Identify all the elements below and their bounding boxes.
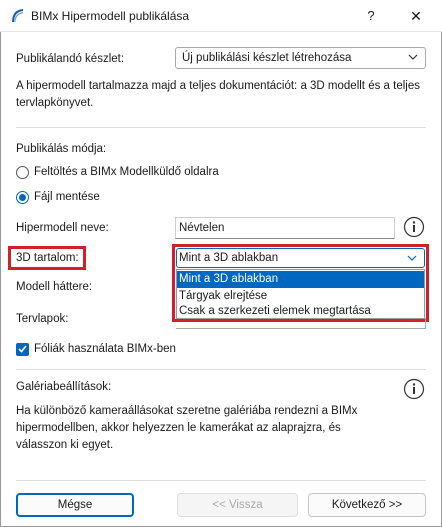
window-title: BIMx Hipermodell publikálása: [31, 9, 190, 23]
chevron-down-icon: [408, 54, 418, 60]
publish-set-select[interactable]: Új publikálási készlet létrehozása: [175, 47, 426, 69]
checkmark-icon: [18, 345, 27, 353]
dropdown-option-hide-objects[interactable]: Tárgyak elrejtése: [177, 288, 424, 305]
radio-upload[interactable]: [16, 166, 29, 179]
publish-set-description: A hipermodell tartalmazza majd a teljes …: [16, 80, 420, 109]
hypermodel-name-label: Hipermodell neve:: [16, 222, 109, 234]
3d-content-label: 3D tartalom:: [16, 252, 79, 264]
model-background-label: Modell háttere:: [16, 281, 93, 293]
sheets-label: Tervlapok:: [16, 313, 69, 325]
back-button[interactable]: << Vissza: [177, 493, 298, 517]
sheets-select-edge: [176, 328, 426, 329]
radio-save-file[interactable]: [16, 191, 29, 204]
next-button[interactable]: Következő >>: [308, 493, 426, 517]
title-bar: BIMx Hipermodell publikálása ? ✕: [0, 0, 442, 32]
cancel-button[interactable]: Mégse: [16, 493, 134, 517]
gallery-settings-label: Galériabeállítások:: [16, 381, 112, 393]
chevron-down-icon: [407, 255, 417, 261]
divider: [16, 127, 426, 128]
archicad-arc-icon: [12, 9, 24, 23]
sheets-select-edge: [425, 318, 426, 328]
radio-upload-label[interactable]: Feltöltés a BIMx Modellküldő oldalra: [34, 166, 219, 178]
info-icon[interactable]: [403, 378, 425, 400]
publish-set-value: Új publikálási készlet létrehozása: [182, 52, 352, 64]
dropdown-option-structural-only[interactable]: Csak a szerkezeti elemek megtartása: [177, 304, 424, 319]
hypermodel-name-input[interactable]: Névtelen: [175, 217, 395, 239]
gallery-description: Ha különböző kameraállásokat szeretne ga…: [16, 405, 358, 451]
layers-checkbox[interactable]: [16, 343, 29, 356]
publish-set-label: Publikálandó készlet:: [16, 53, 125, 65]
publish-mode-label: Publikálás módja:: [16, 143, 107, 155]
close-button[interactable]: ✕: [396, 2, 436, 30]
help-button[interactable]: ?: [356, 2, 386, 30]
3d-content-select[interactable]: Mint a 3D ablakban: [176, 248, 425, 268]
divider: [16, 369, 426, 370]
3d-content-value: Mint a 3D ablakban: [179, 252, 279, 264]
divider: [16, 480, 426, 481]
info-icon[interactable]: [403, 216, 425, 238]
dropdown-option-as-3d-window[interactable]: Mint a 3D ablakban: [177, 271, 424, 288]
layers-checkbox-label[interactable]: Fóliák használata BIMx-ben: [34, 343, 176, 355]
radio-save-file-label[interactable]: Fájl mentése: [34, 191, 100, 203]
3d-content-dropdown-list: Mint a 3D ablakban Tárgyak elrejtése Csa…: [176, 269, 425, 319]
